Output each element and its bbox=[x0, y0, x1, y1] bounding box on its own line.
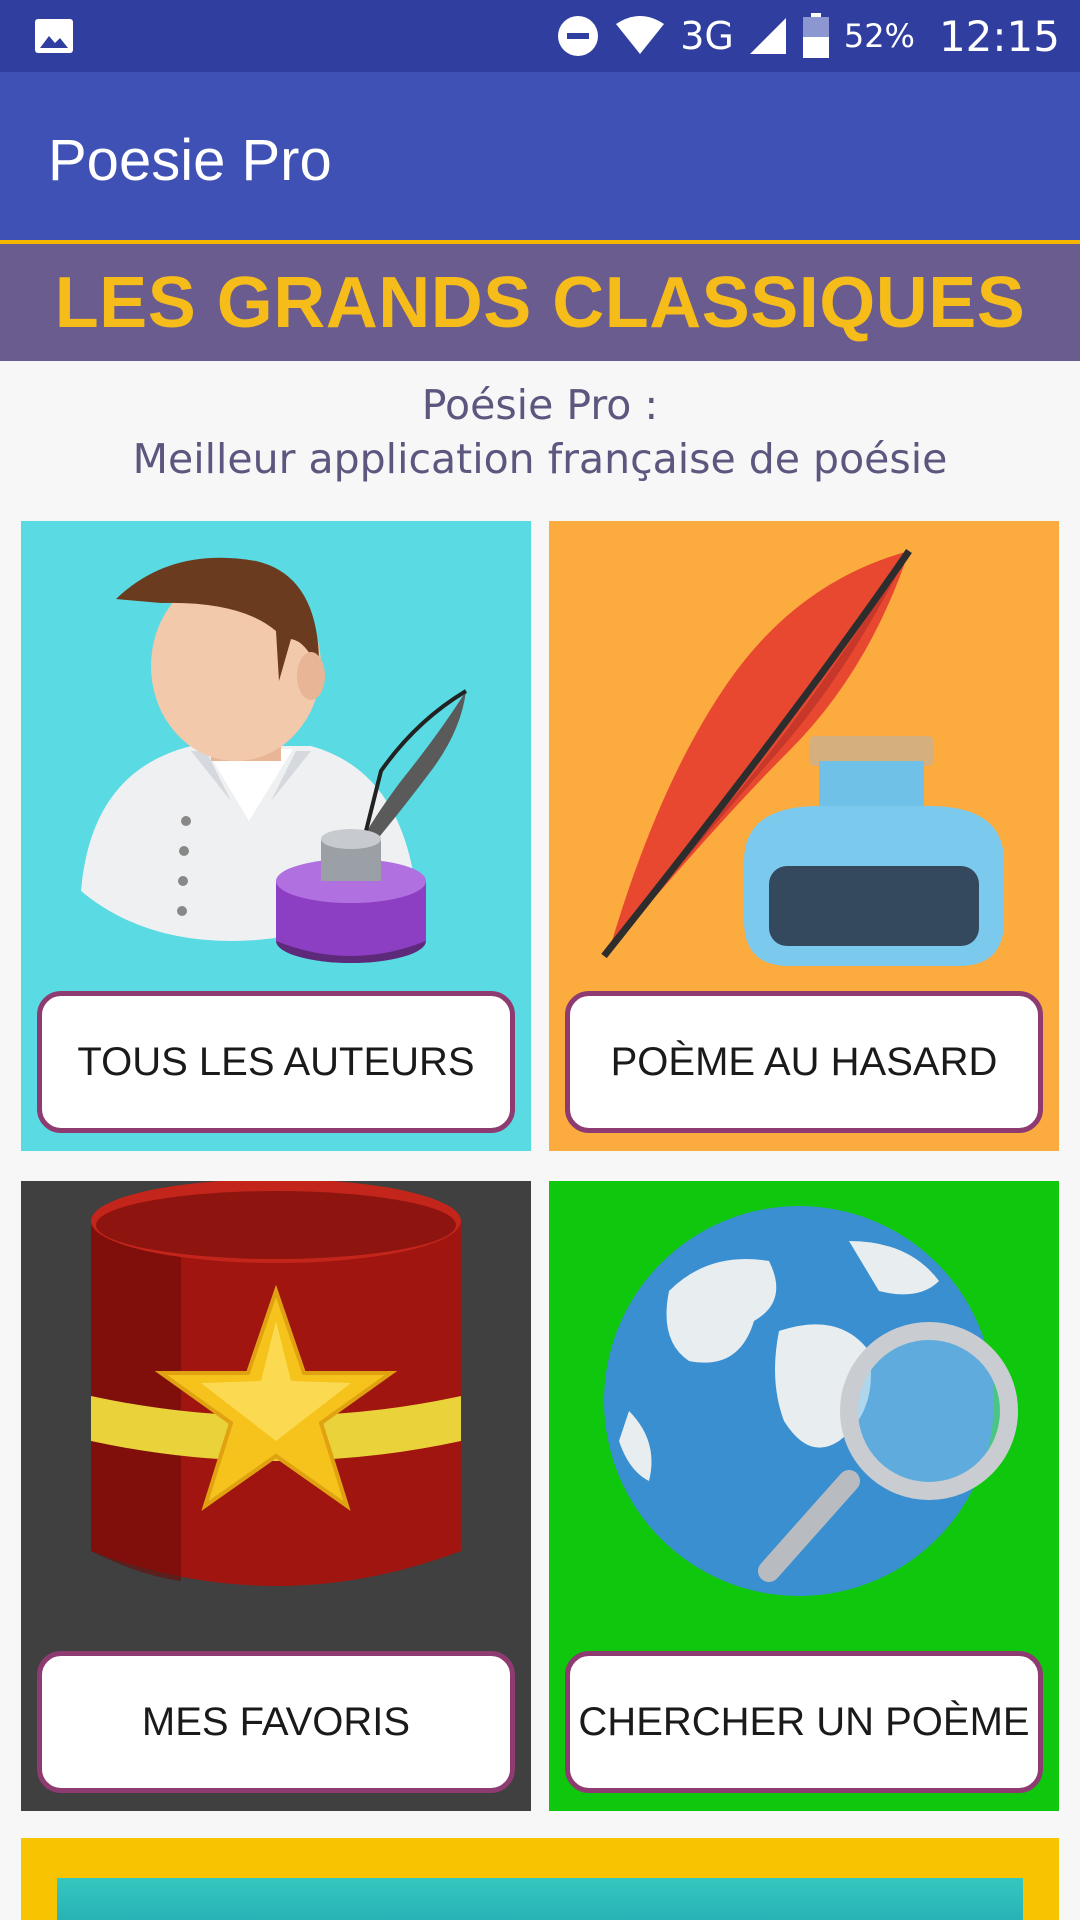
search-poem-button[interactable]: CHERCHER UN POÈME bbox=[565, 1651, 1043, 1793]
promo-banner-image bbox=[57, 1878, 1023, 1920]
clock: 12:15 bbox=[938, 11, 1060, 61]
app-title: Poesie Pro bbox=[48, 128, 332, 193]
gallery-icon bbox=[35, 19, 73, 53]
author-quill-icon bbox=[81, 557, 468, 963]
globe-search-icon bbox=[604, 1206, 1018, 1596]
classics-banner: LES GRANDS CLASSIQUES bbox=[0, 240, 1080, 361]
my-favorites-button[interactable]: MES FAVORIS bbox=[37, 1651, 515, 1793]
promo-banner[interactable] bbox=[21, 1838, 1059, 1920]
status-bar: 3G 52% 12:15 bbox=[0, 0, 1080, 72]
tile-my-favorites[interactable]: MES FAVORIS bbox=[21, 1181, 531, 1811]
tile-search-poem[interactable]: CHERCHER UN POÈME bbox=[549, 1181, 1059, 1811]
tile-all-authors[interactable]: TOUS LES AUTEURS bbox=[21, 521, 531, 1151]
signal-icon bbox=[749, 18, 786, 54]
subtitle-line-1: Poésie Pro : bbox=[421, 381, 659, 429]
battery-percent: 52% bbox=[843, 17, 915, 55]
wifi-icon bbox=[616, 16, 665, 54]
banner-text: LES GRANDS CLASSIQUES bbox=[54, 262, 1026, 343]
random-poem-button[interactable]: POÈME AU HASARD bbox=[565, 991, 1043, 1133]
app-bar: Poesie Pro bbox=[0, 72, 1080, 240]
all-authors-button[interactable]: TOUS LES AUTEURS bbox=[37, 991, 515, 1133]
app-subtitle: Poésie Pro : Meilleur application frança… bbox=[0, 378, 1080, 486]
network-type: 3G bbox=[680, 14, 734, 58]
quill-inkwell-icon bbox=[601, 549, 1004, 966]
tile-random-poem[interactable]: POÈME AU HASARD bbox=[549, 521, 1059, 1151]
star-box-icon bbox=[91, 1181, 461, 1586]
battery-icon bbox=[802, 13, 829, 58]
do-not-disturb-icon bbox=[558, 16, 599, 56]
subtitle-line-2: Meilleur application française de poésie bbox=[132, 435, 948, 483]
